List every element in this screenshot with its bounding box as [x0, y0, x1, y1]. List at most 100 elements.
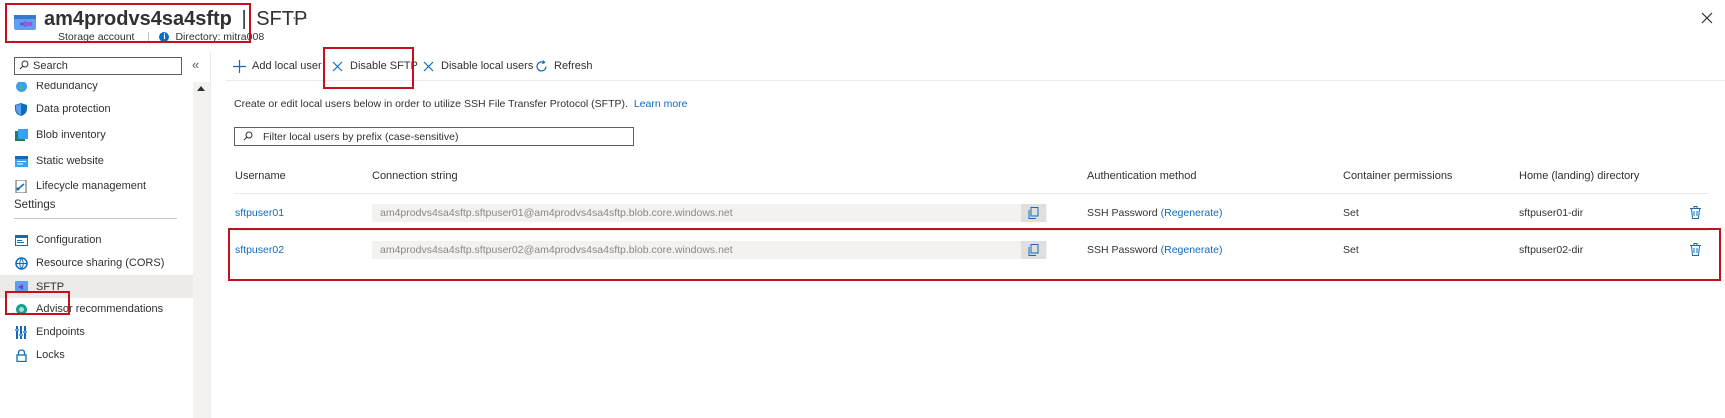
resource-type: Storage account [58, 31, 135, 43]
sidebar: « Redundancy Data protection Blob invent… [0, 52, 210, 418]
blade-header: am4prodvs4sa4sftp | SFTP Storage account… [0, 0, 1725, 48]
sidebar-divider [210, 52, 211, 418]
table-row: sftpuser02 am4prodvs4sa4sftp.sftpuser02@… [234, 231, 1709, 268]
sidebar-item-label: SFTP [36, 280, 65, 293]
home-directory-cell: sftpuser02-dir [1519, 243, 1584, 256]
lock-icon [14, 348, 28, 362]
refresh-button[interactable]: Refresh [534, 54, 593, 78]
sidebar-item-label: Data protection [36, 103, 111, 115]
refresh-icon [534, 59, 548, 73]
connection-string-cell: am4prodvs4sa4sftp.sftpuser01@am4prodvs4s… [372, 194, 1072, 231]
sidebar-scrollbar[interactable] [193, 82, 210, 418]
delete-button[interactable] [1688, 231, 1702, 268]
copy-button[interactable] [1021, 203, 1046, 222]
add-local-user-label: Add local user [252, 60, 322, 72]
sftp-icon [14, 280, 28, 294]
refresh-label: Refresh [554, 60, 593, 72]
filter-input[interactable] [263, 130, 623, 143]
copy-icon [1028, 243, 1039, 256]
close-x-icon [330, 59, 344, 73]
sidebar-search[interactable] [14, 57, 182, 75]
learn-more-link[interactable]: Learn more [634, 98, 688, 110]
scroll-up-icon[interactable] [197, 86, 205, 91]
configuration-icon [14, 233, 28, 247]
inventory-icon [14, 128, 28, 142]
collapse-sidebar-button[interactable]: « [192, 57, 199, 72]
column-header-container-permissions[interactable]: Container permissions [1343, 170, 1452, 182]
search-input[interactable] [33, 60, 173, 72]
auth-method-cell: SSH Password (Regenerate) [1087, 194, 1222, 231]
disable-local-users-label: Disable local users [441, 60, 534, 72]
permissions-cell: Set [1343, 206, 1359, 219]
trash-icon[interactable] [1688, 242, 1702, 258]
settings-section-title: Settings [14, 199, 56, 211]
disable-sftp-label: Disable SFTP [350, 60, 418, 72]
auth-method-label: SSH Password [1087, 243, 1158, 256]
cors-icon [14, 256, 28, 270]
sidebar-item-locks[interactable]: Locks [0, 344, 193, 366]
sidebar-item-label: Advisor recommendations [36, 303, 164, 315]
description-text: Create or edit local users below in orde… [234, 98, 688, 110]
disable-local-users-button[interactable]: Disable local users [421, 54, 533, 78]
connection-string-field[interactable]: am4prodvs4sa4sftp.sftpuser02@am4prodvs4s… [372, 240, 1047, 259]
storage-account-sftp-icon [13, 12, 37, 32]
sidebar-item-label: Lifecycle management [36, 180, 147, 192]
sidebar-item-endpoints[interactable]: Endpoints [0, 321, 193, 343]
username-label[interactable]: sftpuser02 [235, 244, 284, 256]
sidebar-item-lifecycle-management[interactable]: Lifecycle management [0, 175, 193, 197]
sidebar-item-configuration[interactable]: Configuration [0, 229, 193, 251]
more-options-button[interactable]: ··· [292, 9, 309, 25]
section-divider [14, 218, 177, 219]
sidebar-item-sftp[interactable]: SFTP [0, 275, 193, 298]
shield-icon [14, 102, 28, 116]
sidebar-item-label: Redundancy [36, 82, 98, 92]
info-icon: i [159, 32, 170, 42]
page-title: am4prodvs4sa4sftp | SFTP [44, 8, 307, 31]
username-link[interactable]: sftpuser01 [235, 194, 284, 231]
permissions-cell: Set [1343, 243, 1359, 256]
sidebar-item-redundancy[interactable]: Redundancy [0, 82, 193, 97]
sidebar-menu: Redundancy Data protection Blob inventor… [0, 82, 193, 418]
globe-icon [14, 82, 28, 93]
column-header-connection-string[interactable]: Connection string [372, 170, 458, 182]
sidebar-item-label: Blob inventory [36, 129, 106, 141]
add-local-user-button[interactable]: Add local user [232, 54, 322, 78]
delete-button[interactable] [1688, 194, 1702, 231]
command-bar: Add local user Disable SFTP Disable loca… [226, 54, 1725, 82]
column-header-authentication-method[interactable]: Authentication method [1087, 170, 1196, 182]
sidebar-item-advisor-recommendations[interactable]: Advisor recommendations [0, 298, 193, 320]
connection-string-field[interactable]: am4prodvs4sa4sftp.sftpuser01@am4prodvs4s… [372, 203, 1047, 222]
auth-method-cell: SSH Password (Regenerate) [1087, 231, 1222, 268]
copy-button[interactable] [1021, 240, 1046, 259]
column-header-username[interactable]: Username [235, 170, 286, 182]
trash-icon[interactable] [1688, 205, 1702, 221]
plus-icon [232, 59, 246, 73]
copy-icon [1028, 206, 1039, 219]
search-icon [243, 130, 253, 144]
subtitle-divider [148, 31, 150, 43]
endpoints-icon [14, 325, 28, 339]
sidebar-item-static-website[interactable]: Static website [0, 150, 193, 172]
regenerate-link[interactable]: (Regenerate) [1161, 244, 1223, 256]
username-label[interactable]: sftpuser01 [235, 207, 284, 219]
sidebar-item-blob-inventory[interactable]: Blob inventory [0, 124, 193, 146]
disable-sftp-button[interactable]: Disable SFTP [330, 54, 418, 78]
close-icon[interactable] [1697, 8, 1717, 28]
resource-name: am4prodvs4sa4sftp [44, 8, 232, 30]
sidebar-item-data-protection[interactable]: Data protection [0, 98, 193, 120]
lifecycle-icon [14, 179, 28, 193]
sidebar-item-label: Configuration [36, 234, 102, 246]
home-directory-cell: sftpuser01-dir [1519, 206, 1584, 219]
sidebar-item-label: Static website [36, 155, 104, 167]
sidebar-item-label: Resource sharing (CORS) [36, 257, 165, 269]
username-link[interactable]: sftpuser02 [235, 231, 284, 268]
website-icon [14, 154, 28, 168]
table-row: sftpuser01 am4prodvs4sa4sftp.sftpuser01@… [234, 194, 1709, 231]
search-icon [19, 59, 29, 73]
sidebar-item-cors[interactable]: Resource sharing (CORS) [0, 252, 193, 274]
filter-field[interactable] [234, 127, 634, 146]
advisor-icon [14, 302, 28, 316]
regenerate-link[interactable]: (Regenerate) [1161, 207, 1223, 219]
column-header-home-directory[interactable]: Home (landing) directory [1519, 170, 1639, 182]
sidebar-item-label: Locks [36, 349, 65, 361]
